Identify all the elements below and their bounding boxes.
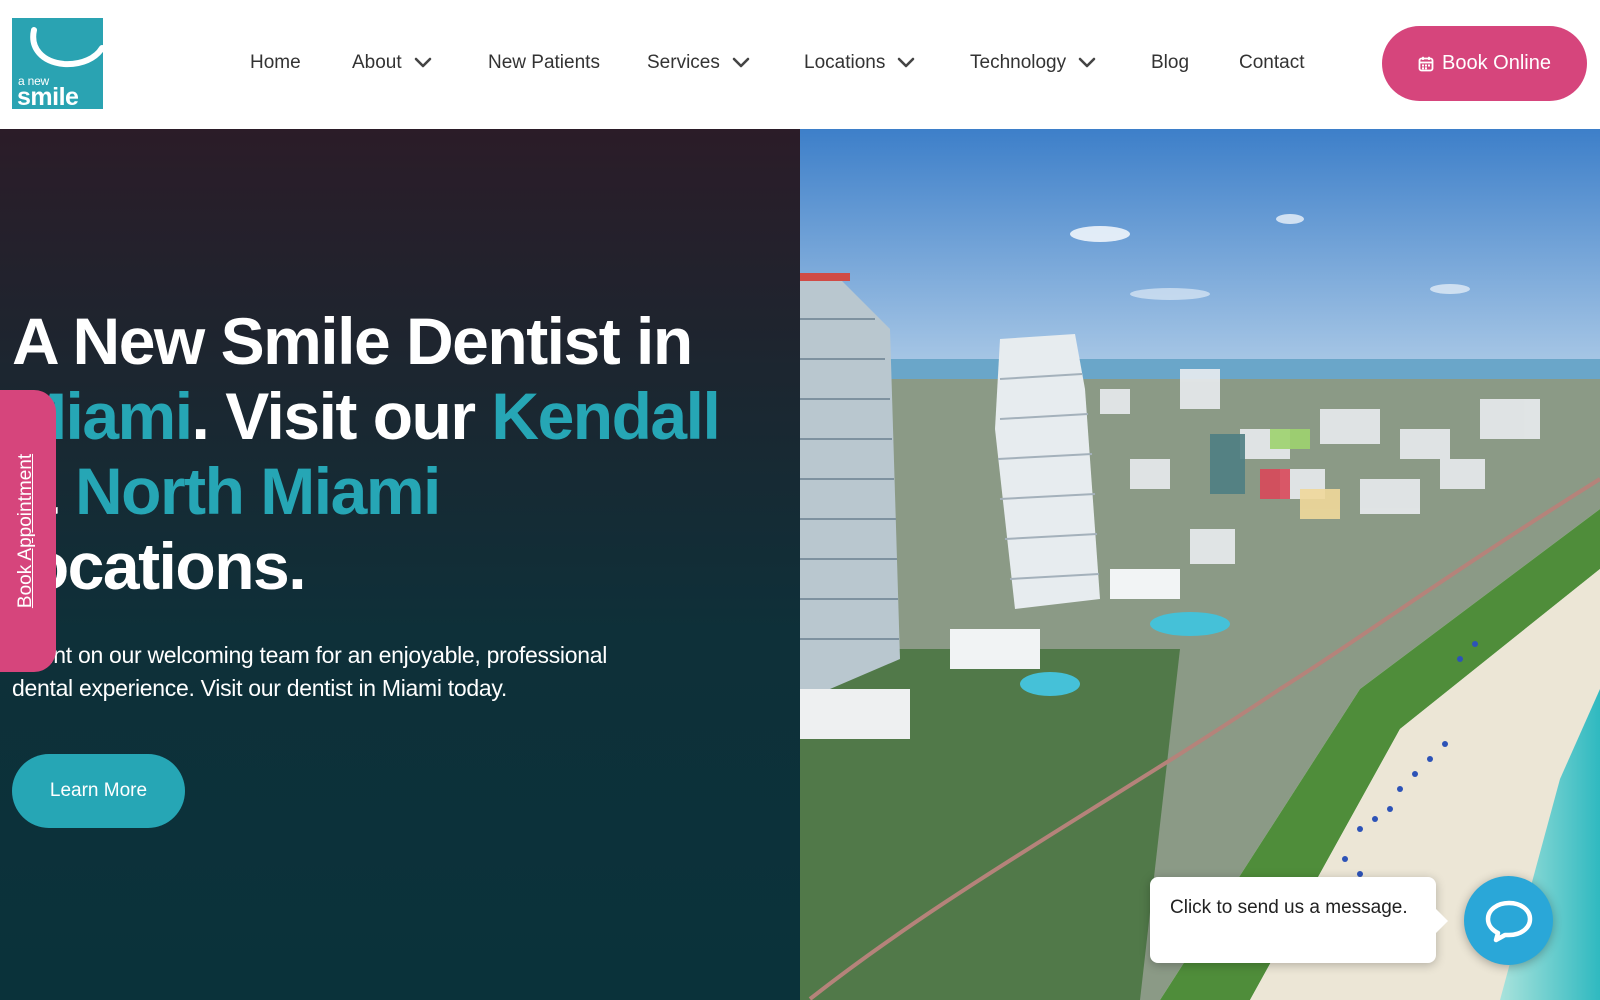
nav-about[interactable]: About xyxy=(352,48,432,78)
nav-home-label: Home xyxy=(250,52,301,73)
chat-prompt-text: Click to send us a message. xyxy=(1170,897,1408,918)
headline-accent-north-miami: North Miami xyxy=(75,454,441,528)
nav-blog[interactable]: Blog xyxy=(1151,48,1189,78)
hero-headline: A New Smile Dentist in Miami. Visit our … xyxy=(12,304,732,604)
chat-bubble-icon xyxy=(1485,900,1532,942)
calendar-icon xyxy=(1418,56,1434,71)
hero-text-panel: A New Smile Dentist in Miami. Visit our … xyxy=(0,129,800,1000)
nav-locations-label: Locations xyxy=(804,52,886,73)
nav-technology[interactable]: Technology xyxy=(970,48,1096,78)
nav-new-patients-label: New Patients xyxy=(488,52,600,73)
main-nav: Home About New Patients Services Locatio… xyxy=(0,0,1340,129)
site-header: a new smile Home About New Patients Serv… xyxy=(0,0,1600,129)
hero-subtext: Count on our welcoming team for an enjoy… xyxy=(12,642,608,701)
headline-part: A New Smile Dentist in xyxy=(12,304,693,378)
aerial-city-illustration xyxy=(800,129,1600,1000)
nav-contact-label: Contact xyxy=(1239,52,1305,73)
book-appointment-tab[interactable]: Book Appointment xyxy=(0,390,56,672)
nav-contact[interactable]: Contact xyxy=(1239,48,1304,78)
chevron-down-icon xyxy=(898,57,915,68)
nav-technology-label: Technology xyxy=(970,52,1067,73)
headline-part: . Visit our xyxy=(191,379,492,453)
nav-about-label: About xyxy=(352,52,402,73)
book-online-label: Book Online xyxy=(1442,52,1551,74)
nav-new-patients[interactable]: New Patients xyxy=(488,48,600,78)
chat-prompt-bubble[interactable]: Click to send us a message. xyxy=(1150,877,1448,963)
chevron-down-icon xyxy=(732,57,750,68)
headline-accent-kendall: Kendall xyxy=(491,379,720,453)
nav-services-label: Services xyxy=(647,52,720,73)
chat-launcher-button[interactable] xyxy=(1464,876,1553,965)
book-online-button[interactable]: Book Online xyxy=(1382,26,1587,101)
learn-more-button[interactable]: Learn More xyxy=(12,754,185,828)
nav-services[interactable]: Services xyxy=(647,48,750,78)
book-appointment-label: Book Appointment xyxy=(15,453,36,609)
nav-home[interactable]: Home xyxy=(250,48,301,78)
miami-beach-aerial-image xyxy=(800,129,1600,1000)
learn-more-label: Learn More xyxy=(49,780,148,801)
nav-locations[interactable]: Locations xyxy=(804,48,915,78)
chevron-down-icon xyxy=(414,57,431,68)
chevron-down-icon xyxy=(1078,57,1096,68)
nav-blog-label: Blog xyxy=(1151,52,1190,73)
